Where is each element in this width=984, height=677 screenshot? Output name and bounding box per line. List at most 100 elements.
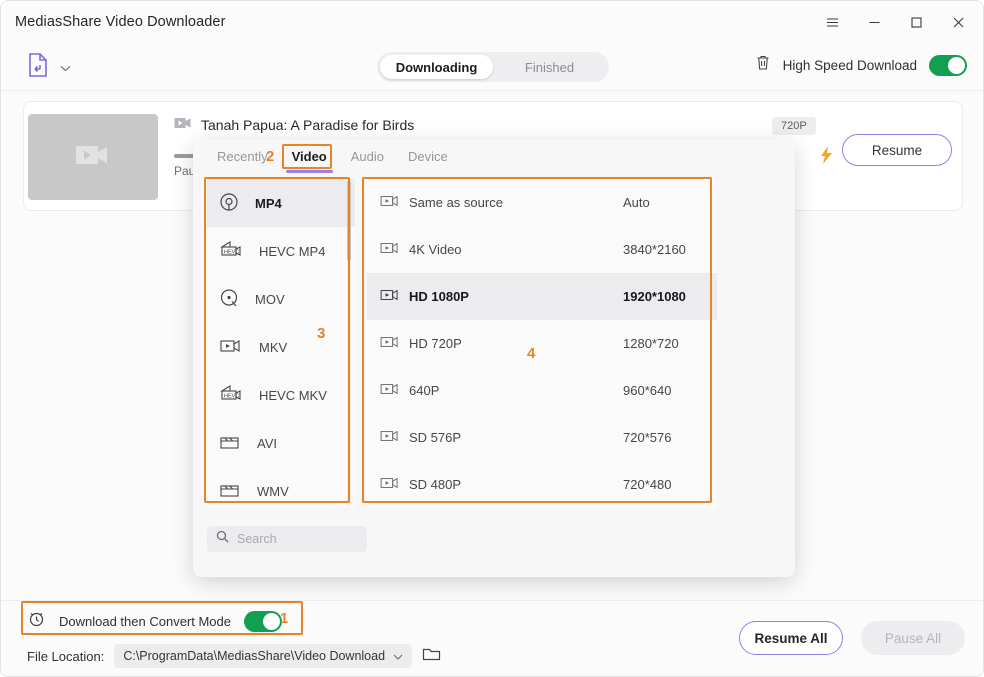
format-item-mov[interactable]: MOV [207, 275, 355, 323]
search-container: Search [207, 526, 367, 552]
title-bar: MediasShare Video Downloader [1, 1, 984, 43]
quality-item-resolution: 3840*2160 [623, 242, 686, 257]
file-location-label: File Location: [27, 649, 104, 664]
chevron-down-icon [60, 59, 71, 77]
minimize-button[interactable] [853, 5, 895, 39]
toggle-knob [948, 57, 965, 74]
format-item-label: WMV [257, 484, 289, 499]
quality-item-hd-1080p[interactable]: HD 1080P 1920*1080 [367, 273, 717, 320]
video-thumbnail [28, 114, 158, 200]
hevc-icon: HEVC [219, 240, 243, 263]
resume-all-button[interactable]: Resume All [739, 621, 843, 655]
quality-item-4k-video[interactable]: 4K Video 3840*2160 [367, 226, 717, 273]
format-item-avi[interactable]: AVI [207, 419, 355, 467]
quality-item-label: 4K Video [409, 242, 623, 257]
bottom-bar: Download then Convert Mode File Location… [1, 600, 984, 676]
app-title: MediasShare Video Downloader [15, 14, 226, 30]
application-window: MediasShare Video Downloader [0, 0, 984, 677]
trash-icon[interactable] [755, 54, 771, 76]
format-item-hevc-mp4[interactable]: HEVC HEVC MP4 [207, 227, 355, 275]
quality-item-label: HD 720P [409, 336, 623, 351]
quality-item-resolution: 960*640 [623, 383, 671, 398]
high-speed-toggle[interactable] [929, 55, 967, 76]
format-list[interactable]: MP4 HEVC HEVC MP4 MOV [207, 179, 355, 508]
convert-mode-label: Download then Convert Mode [59, 614, 231, 629]
annotation-number-4: 4 [527, 345, 535, 362]
format-item-label: HEVC MKV [259, 388, 327, 403]
lightning-bolt-icon [820, 146, 833, 169]
format-item-mkv[interactable]: MKV [207, 323, 355, 371]
format-item-label: MP4 [255, 196, 282, 211]
annotation-number-3: 3 [317, 325, 325, 342]
paste-url-icon [27, 52, 49, 83]
camera-icon [379, 193, 409, 212]
search-icon [216, 530, 229, 548]
format-item-label: MKV [259, 340, 287, 355]
quality-item-hd-720p[interactable]: HD 720P 1280*720 [367, 320, 717, 367]
popup-tab-device[interactable]: Device [398, 145, 458, 168]
annotation-number-1: 1 [280, 610, 288, 627]
high-speed-label: High Speed Download [783, 58, 917, 73]
popup-tab-audio[interactable]: Audio [341, 145, 394, 168]
tab-finished[interactable]: Finished [493, 55, 606, 79]
camera-icon [379, 381, 409, 400]
menu-button[interactable] [811, 5, 853, 39]
format-popup-panel: Recently Video Audio Device MP4 [193, 140, 795, 577]
clapper-icon [219, 433, 241, 454]
toggle-knob [263, 613, 280, 630]
quality-item-resolution: Auto [623, 195, 650, 210]
quality-item-label: Same as source [409, 195, 623, 210]
quality-item-label: 640P [409, 383, 623, 398]
file-location-row: File Location: C:\ProgramData\MediasShar… [27, 644, 441, 668]
svg-text:HEVC: HEVC [224, 249, 239, 255]
format-quality-lists: MP4 HEVC HEVC MP4 MOV [207, 179, 781, 508]
alarm-clock-icon [27, 609, 46, 633]
camera-icon [379, 475, 409, 494]
file-location-dropdown[interactable]: C:\ProgramData\MediasShare\Video Downloa… [114, 644, 412, 668]
annotation-number-2: 2 [266, 148, 274, 165]
format-item-mp4[interactable]: MP4 [207, 179, 355, 227]
search-input[interactable]: Search [207, 526, 367, 552]
maximize-button[interactable] [895, 5, 937, 39]
high-speed-control: High Speed Download [755, 54, 967, 76]
disc-dot-icon [219, 288, 239, 311]
quality-item-resolution: 1280*720 [623, 336, 679, 351]
camera-icon [379, 240, 409, 259]
quality-item-resolution: 720*480 [623, 477, 671, 492]
camera-icon [379, 334, 409, 353]
chevron-down-icon [393, 649, 403, 663]
format-item-wmv[interactable]: WMV [207, 467, 355, 508]
quality-item-label: SD 480P [409, 477, 623, 492]
camera-icon [219, 337, 243, 358]
folder-icon[interactable] [422, 646, 441, 667]
video-icon [174, 116, 191, 134]
convert-mode-toggle[interactable] [244, 611, 282, 632]
resume-button[interactable]: Resume [842, 134, 952, 166]
format-item-hevc-mkv[interactable]: HEVC HEVC MKV [207, 371, 355, 419]
convert-mode-row: Download then Convert Mode [27, 609, 282, 633]
quality-item-sd-480p[interactable]: SD 480P 720*480 [367, 461, 717, 508]
camera-icon [379, 428, 409, 447]
close-button[interactable] [937, 5, 979, 39]
popup-tab-video[interactable]: Video [282, 145, 337, 168]
disc-icon [219, 192, 239, 215]
search-placeholder: Search [237, 532, 277, 546]
quality-item-label: SD 576P [409, 430, 623, 445]
format-item-label: HEVC MP4 [259, 244, 325, 259]
quality-item-label: HD 1080P [409, 289, 623, 304]
quality-list[interactable]: Same as source Auto 4K Video 3840*2160 [367, 179, 717, 508]
tab-downloading[interactable]: Downloading [380, 55, 493, 79]
camera-icon [379, 287, 409, 306]
paste-url-control[interactable] [27, 52, 71, 83]
window-controls [811, 1, 979, 43]
quality-item-sd-576p[interactable]: SD 576P 720*576 [367, 414, 717, 461]
video-title-row: Tanah Papua: A Paradise for Birds [174, 116, 414, 134]
format-list-scrollbar-thumb[interactable] [347, 181, 351, 261]
format-item-label: MOV [255, 292, 285, 307]
clapper-icon [219, 481, 241, 502]
file-location-value: C:\ProgramData\MediasShare\Video Downloa… [123, 649, 385, 663]
popup-tab-bar: Recently Video Audio Device [193, 140, 795, 173]
quality-item-640p[interactable]: 640P 960*640 [367, 367, 717, 414]
quality-badge: 720P [772, 117, 816, 135]
quality-item-same-as-source[interactable]: Same as source Auto [367, 179, 717, 226]
